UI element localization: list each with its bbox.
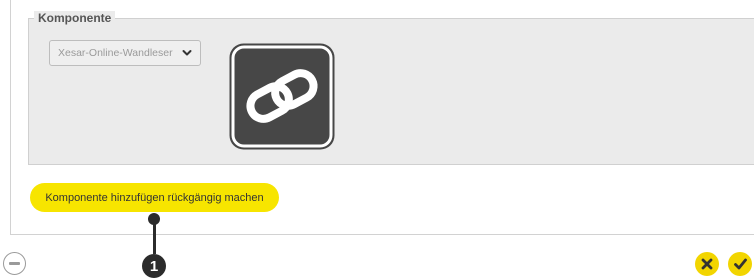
check-icon	[733, 258, 747, 270]
fieldset-legend: Komponente	[34, 11, 116, 25]
component-select-value: Xesar-Online-Wandleser	[58, 47, 173, 59]
callout-line	[152, 216, 156, 254]
cancel-button[interactable]	[695, 252, 719, 276]
callout-badge: 1	[142, 254, 166, 278]
component-select[interactable]: Xesar-Online-Wandleser	[49, 40, 201, 66]
undo-add-component-button[interactable]: Komponente hinzufügen rückgängig machen	[30, 183, 279, 212]
confirm-button[interactable]	[728, 252, 752, 276]
chevron-down-icon	[182, 50, 192, 56]
remove-button[interactable]	[3, 252, 26, 275]
link-icon	[229, 43, 335, 150]
minus-icon	[9, 262, 20, 265]
close-icon	[701, 258, 713, 270]
